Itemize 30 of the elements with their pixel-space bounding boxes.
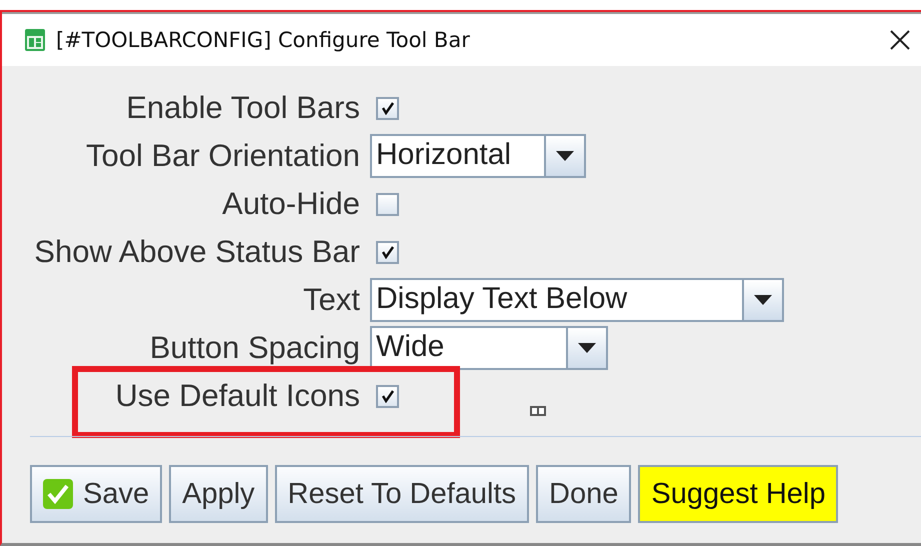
checkmark-icon <box>380 101 394 115</box>
dialog-button[interactable]: Apply <box>169 465 268 523</box>
dialog-button[interactable]: Done <box>536 465 632 523</box>
field-label: Button Spacing <box>150 330 360 366</box>
field-label: Tool Bar Orientation <box>86 138 360 174</box>
save-button[interactable]: Save <box>30 465 162 523</box>
grip-icon <box>530 406 546 416</box>
checkbox[interactable] <box>376 192 399 216</box>
dropdown[interactable]: Horizontal <box>370 134 586 178</box>
app-logo-icon <box>24 28 46 52</box>
field-label: Text <box>303 282 360 318</box>
field-label: Show Above Status Bar <box>34 234 360 270</box>
caret-icon <box>754 295 772 305</box>
dialog-button[interactable]: Reset To Defaults <box>274 465 530 523</box>
help-button[interactable]: Suggest Help <box>638 465 838 523</box>
checkbox[interactable] <box>376 384 399 408</box>
caret-icon <box>578 343 596 353</box>
dropdown[interactable]: Wide <box>370 326 608 370</box>
window-title: [#TOOLBARCONFIG] Configure Tool Bar <box>56 28 471 52</box>
checkbox[interactable] <box>376 96 399 120</box>
close-icon[interactable] <box>889 29 911 51</box>
field-label: Use Default Icons <box>115 378 360 414</box>
checkbox[interactable] <box>376 240 399 264</box>
field-label: Enable Tool Bars <box>126 90 360 126</box>
dropdown[interactable]: Display Text Below <box>370 278 784 322</box>
checkmark-icon <box>380 389 394 403</box>
check-icon <box>43 479 73 509</box>
field-label: Auto-Hide <box>222 186 360 222</box>
caret-icon <box>556 151 574 161</box>
checkmark-icon <box>380 245 394 259</box>
